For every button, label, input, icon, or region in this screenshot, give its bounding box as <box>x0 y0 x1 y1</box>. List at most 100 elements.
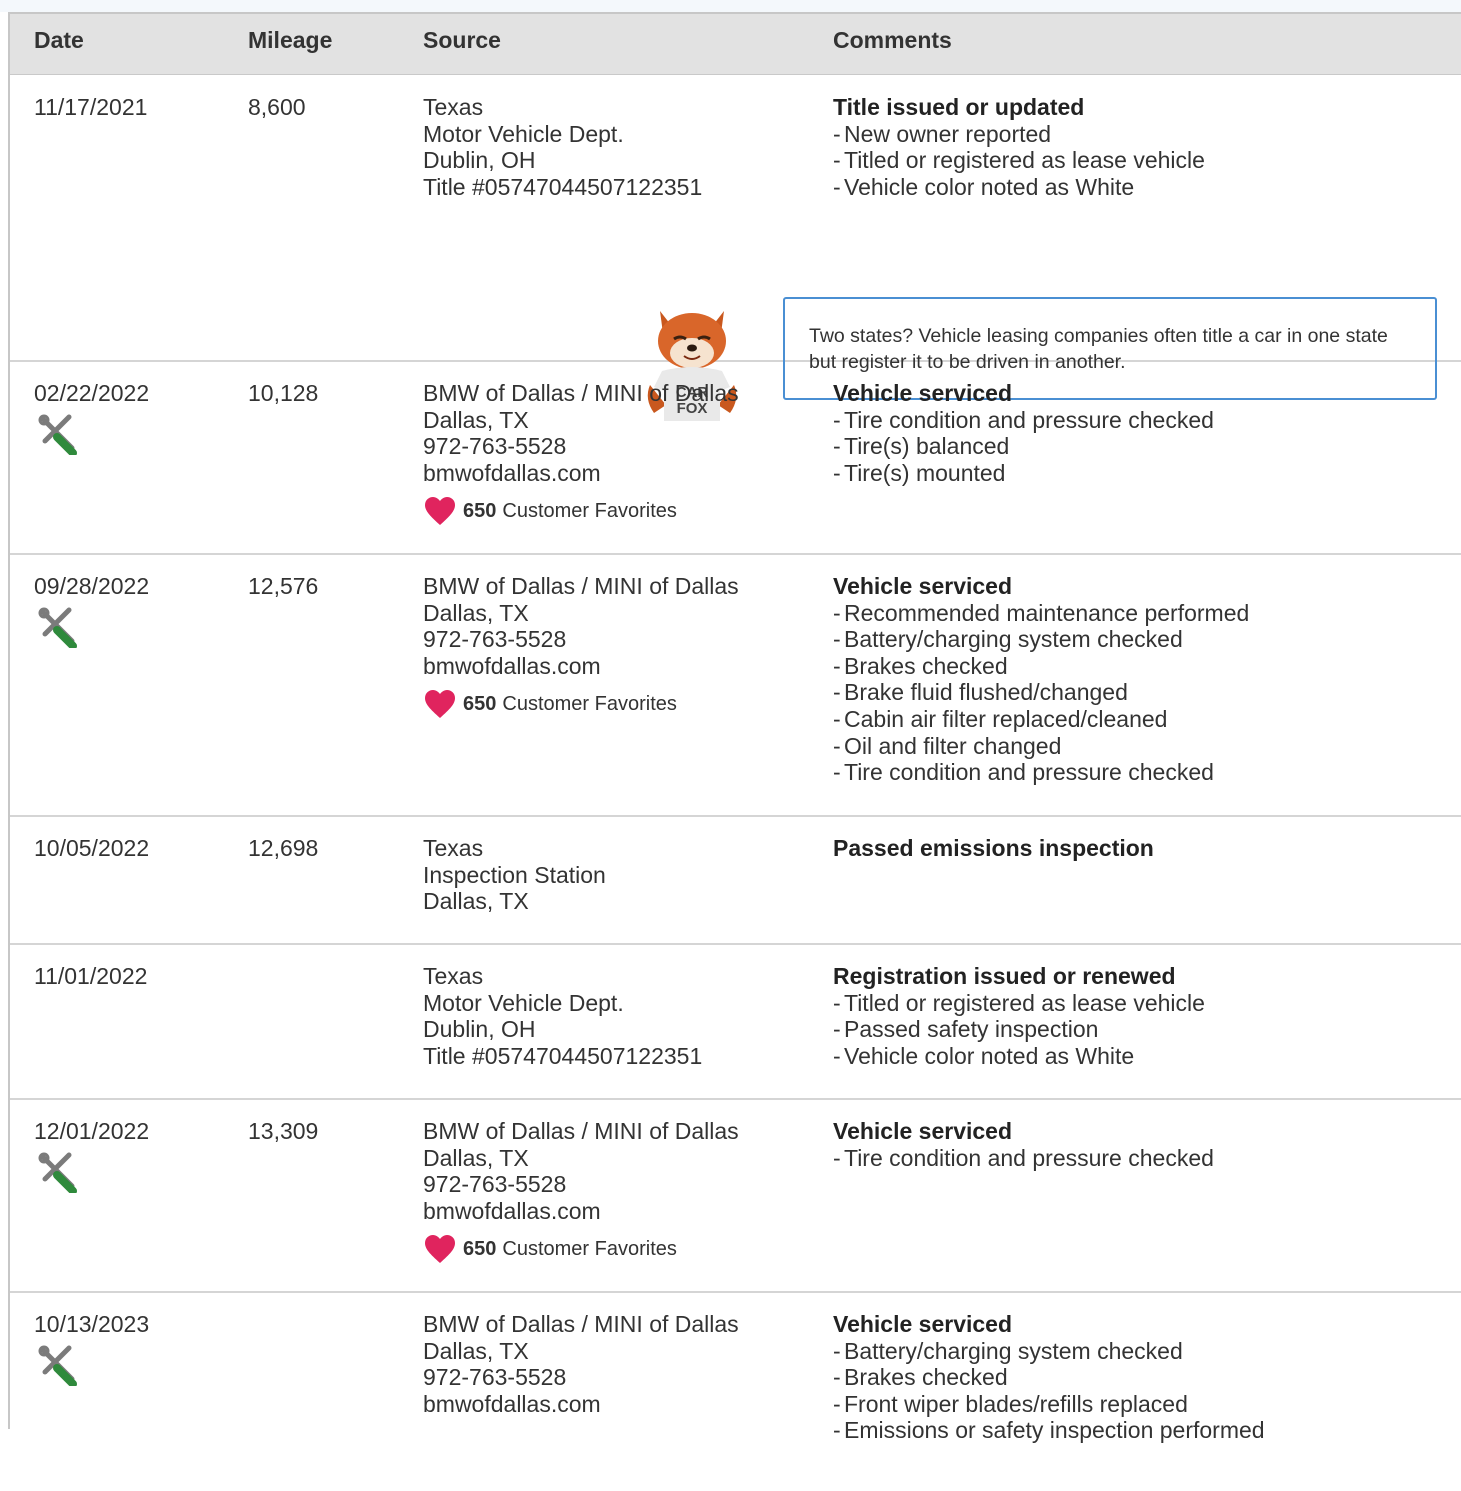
row-comments: Passed emissions inspection <box>833 835 1154 862</box>
source-line: Dallas, TX <box>423 599 529 626</box>
row-source: BMW of Dallas / MINI of Dallas Dallas, T… <box>423 380 739 528</box>
comment-item: - Passed safety inspection <box>833 1016 1099 1043</box>
row-comments: Registration issued or renewed - Titled o… <box>833 963 1205 1069</box>
source-line: Dallas, TX <box>423 1337 529 1364</box>
header-source: Source <box>423 27 501 53</box>
table-header: Date Mileage Source Comments <box>10 14 1461 75</box>
comment-item: - Titled or registered as lease vehicle <box>833 147 1205 174</box>
favorites-count: 650 <box>463 500 497 523</box>
row-date: 09/28/2022 <box>34 573 150 599</box>
source-line: Texas <box>423 835 484 861</box>
source-line: Texas <box>423 963 484 989</box>
favorites-label: Customer Favorites <box>502 1238 677 1261</box>
table-row: 10/05/2022 12,698 Texas Inspection Stati… <box>10 815 1461 945</box>
heart-icon <box>425 690 455 719</box>
comment-item: - Brake fluid flushed/changed <box>833 679 1128 706</box>
favorites-label: Customer Favorites <box>502 500 677 523</box>
source-line: Dallas, TX <box>423 1144 529 1171</box>
source-line: 972-763-5528 <box>423 1171 567 1198</box>
table-row: 12/01/2022 13,309 BMW of Dallas / MINI o… <box>10 1098 1461 1293</box>
source-line: Dallas, TX <box>423 406 529 433</box>
row-mileage: 12,698 <box>248 835 319 861</box>
source-line: BMW of Dallas / MINI of Dallas <box>423 1311 739 1337</box>
row-comments: Vehicle serviced - Battery/charging syste… <box>833 1311 1265 1444</box>
source-line: Dublin, OH <box>423 147 536 174</box>
row-date: 11/17/2021 <box>34 94 148 120</box>
source-line: 972-763-5528 <box>423 626 567 653</box>
comment-title: Registration issued or renewed <box>833 963 1176 989</box>
row-date: 12/01/2022 <box>34 1118 150 1144</box>
table-row: 11/01/2022 Texas Motor Vehicle Dept. Dub… <box>10 943 1461 1100</box>
source-line: BMW of Dallas / MINI of Dallas <box>423 573 739 599</box>
comment-item: - Tire condition and pressure checked <box>833 1144 1214 1171</box>
row-source: BMW of Dallas / MINI of Dallas Dallas, T… <box>423 1118 739 1266</box>
comment-item: - Titled or registered as lease vehicle <box>833 989 1205 1016</box>
comment-item: - Tire condition and pressure checked <box>833 759 1214 786</box>
row-source: Texas Motor Vehicle Dept. Dublin, OH Tit… <box>423 963 702 1069</box>
comment-title: Vehicle serviced <box>833 1118 1013 1144</box>
comment-title: Vehicle serviced <box>833 573 1013 599</box>
comment-item: - Vehicle color noted as White <box>833 1042 1135 1069</box>
service-wrench-icon <box>38 607 77 648</box>
row-comments: Title issued or updated - New owner repor… <box>833 94 1205 200</box>
row-mileage: 8,600 <box>248 94 306 120</box>
comment-item: - Emissions or safety inspection performe… <box>833 1417 1265 1444</box>
source-line: Dallas, TX <box>423 888 529 915</box>
service-wrench-icon <box>38 1152 77 1193</box>
comment-item: - New owner reported <box>833 120 1052 147</box>
source-line: 972-763-5528 <box>423 1364 567 1391</box>
row-mileage: 13,309 <box>248 1118 319 1144</box>
comment-item: - Tire(s) mounted <box>833 459 1006 486</box>
top-strip <box>0 0 1461 12</box>
heart-icon <box>425 1235 455 1264</box>
source-line: Motor Vehicle Dept. <box>423 120 624 147</box>
comment-item: - Tire condition and pressure checked <box>833 406 1214 433</box>
comment-item: - Oil and filter changed <box>833 732 1062 759</box>
customer-favorites[interactable]: 650 Customer Favorites <box>423 1232 739 1266</box>
row-source: BMW of Dallas / MINI of Dallas Dallas, T… <box>423 573 739 721</box>
row-comments: Vehicle serviced - Tire condition and pre… <box>833 380 1214 486</box>
service-wrench-icon <box>38 414 77 455</box>
comment-item: - Brakes checked <box>833 652 1008 679</box>
row-mileage: 12,576 <box>248 573 319 599</box>
comment-title: Passed emissions inspection <box>833 835 1154 861</box>
comment-item: - Recommended maintenance performed <box>833 599 1250 626</box>
source-link[interactable]: bmwofdallas.com <box>423 1391 739 1418</box>
comment-title: Vehicle serviced <box>833 1311 1013 1337</box>
row-date: 02/22/2022 <box>34 380 150 406</box>
row-date-cell: 09/28/2022 <box>34 573 149 648</box>
source-link[interactable]: bmwofdallas.com <box>423 460 739 487</box>
source-line: Dublin, OH <box>423 1016 536 1043</box>
comment-item: - Brakes checked <box>833 1364 1008 1391</box>
row-date-cell: 12/01/2022 <box>34 1118 149 1193</box>
row-date: 10/13/2023 <box>34 1311 150 1337</box>
header-date: Date <box>34 27 84 53</box>
source-line: Title #05747044507122351 <box>423 173 703 200</box>
comment-item: - Vehicle color noted as White <box>833 173 1135 200</box>
row-date: 11/01/2022 <box>34 963 148 989</box>
table-row: 11/17/2021 8,600 Texas Motor Vehicle Dep… <box>10 74 1461 421</box>
customer-favorites[interactable]: 650 Customer Favorites <box>423 687 739 721</box>
row-source: Texas Motor Vehicle Dept. Dublin, OH Tit… <box>423 94 702 200</box>
vehicle-history-table: Date Mileage Source Comments 11/17/2021 … <box>8 12 1461 1443</box>
row-comments: Vehicle serviced - Recommended maintenanc… <box>833 573 1249 786</box>
header-mileage: Mileage <box>248 27 333 53</box>
source-line: Inspection Station <box>423 861 606 888</box>
comment-title: Vehicle serviced <box>833 380 1013 406</box>
source-line: BMW of Dallas / MINI of Dallas <box>423 1118 739 1144</box>
heart-icon <box>425 497 455 526</box>
table-row: 09/28/2022 12,576 BMW of Dallas / MINI o… <box>10 553 1461 817</box>
source-line: Motor Vehicle Dept. <box>423 989 624 1016</box>
row-mileage: 10,128 <box>248 380 319 406</box>
source-link[interactable]: bmwofdallas.com <box>423 653 739 680</box>
comment-item: - Tire(s) balanced <box>833 433 1010 460</box>
source-link[interactable]: bmwofdallas.com <box>423 1198 739 1225</box>
customer-favorites[interactable]: 650 Customer Favorites <box>423 494 739 528</box>
source-line: 972-763-5528 <box>423 433 567 460</box>
row-date: 10/05/2022 <box>34 835 150 861</box>
comment-item: - Cabin air filter replaced/cleaned <box>833 705 1168 732</box>
table-row: 10/13/2023 BMW of Dallas / MINI of Dalla… <box>10 1291 1461 1491</box>
source-line: Title #05747044507122351 <box>423 1042 703 1069</box>
header-comments: Comments <box>833 27 952 53</box>
service-wrench-icon <box>38 1345 77 1386</box>
